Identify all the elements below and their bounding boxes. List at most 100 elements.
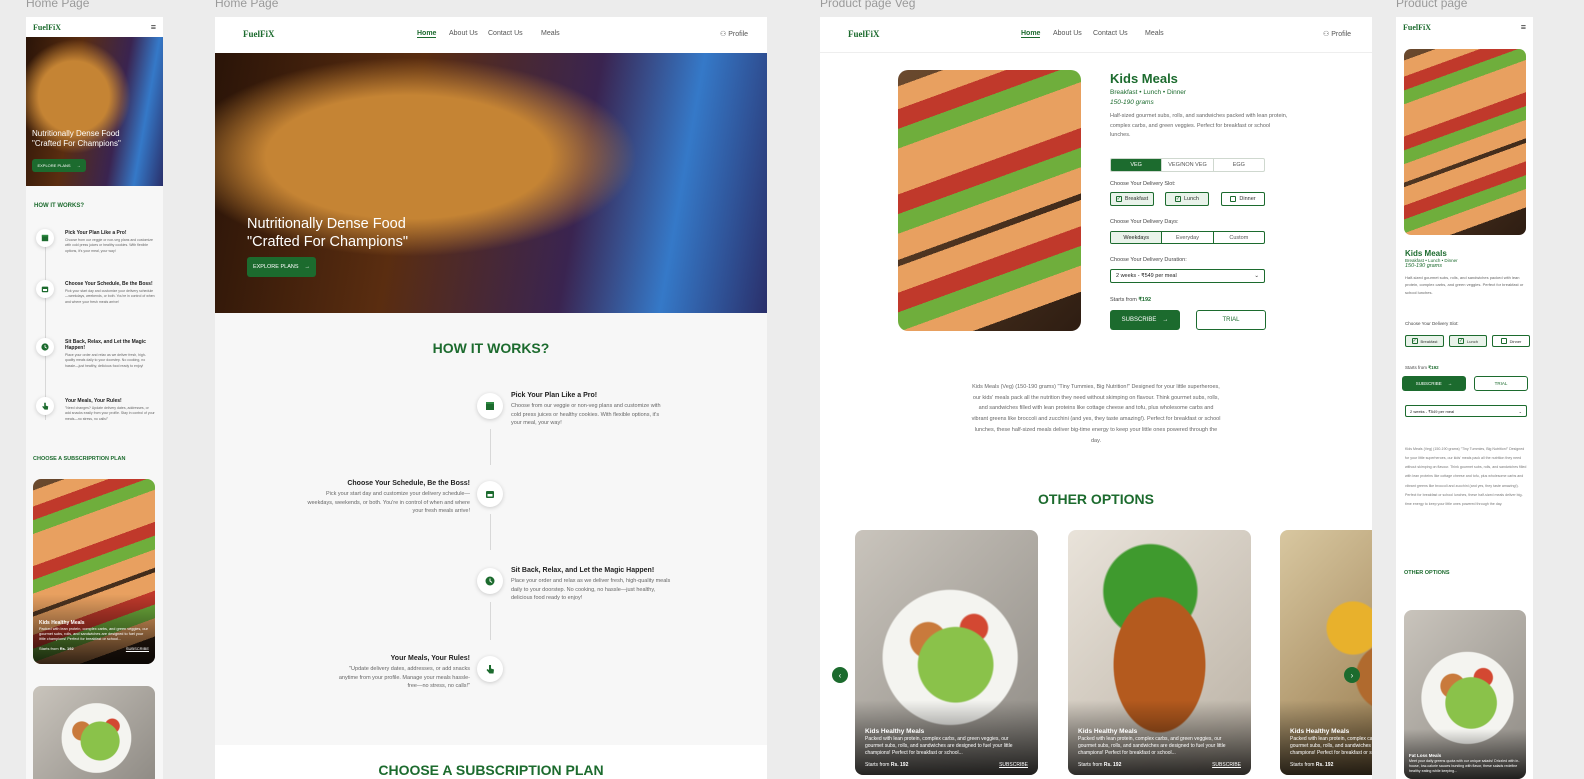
option-card[interactable]: Kids Healthy Meals Packed with lean prot… bbox=[1068, 530, 1251, 775]
option-card[interactable]: Fat Loss Meals Meet your daily greens qu… bbox=[1404, 610, 1526, 779]
hand-pointer-icon bbox=[36, 397, 54, 415]
nav-contact[interactable]: Contact Us bbox=[488, 30, 523, 37]
explore-plans-button[interactable]: EXPLORE PLANS → bbox=[32, 159, 86, 172]
arrow-right-icon: → bbox=[304, 264, 311, 270]
type-egg[interactable]: EGG bbox=[1212, 159, 1264, 171]
chevron-down-icon: ⌄ bbox=[1254, 273, 1259, 279]
card-title: Kids Healthy Meals bbox=[1078, 728, 1138, 735]
meal-card-salad[interactable] bbox=[33, 686, 155, 779]
card-subscribe-link[interactable]: SUBSCRIBE bbox=[126, 646, 149, 651]
product-mobile-frame: FuelFiX ≡ Kids Meals Breakfast • Lunch •… bbox=[1396, 17, 1533, 779]
days-weekdays[interactable]: Weekdays bbox=[1111, 232, 1162, 243]
product-desktop-frame: FuelFiX Home About Us Contact Us Meals ⚇… bbox=[820, 17, 1372, 779]
product-long-desc: Kids Meals (Veg) (150-190 grams) "Tiny T… bbox=[971, 384, 1221, 444]
nav-home[interactable]: Home bbox=[417, 30, 437, 38]
carousel-next-button[interactable]: › bbox=[1344, 667, 1360, 683]
step3-text: Place your order and relax as we deliver… bbox=[65, 353, 146, 368]
meal-card[interactable]: Kids Healthy Meals Packed with lean prot… bbox=[33, 479, 155, 664]
logo[interactable]: FuelFiX bbox=[1403, 23, 1431, 32]
slot-lunch[interactable]: ✓ Lunch bbox=[1165, 192, 1209, 206]
nav-meals[interactable]: Meals bbox=[1145, 30, 1164, 37]
option-card[interactable]: Kids Healthy Meals Packed with lean prot… bbox=[855, 530, 1038, 775]
slot-breakfast[interactable]: ✓ Breakfast bbox=[1405, 335, 1444, 347]
duration-label: Choose Your Delivery Duration: bbox=[1110, 257, 1187, 263]
checkbox-checked-icon: ✓ bbox=[1458, 337, 1465, 344]
step1-title: Pick Your Plan Like a Pro! bbox=[65, 230, 127, 236]
card-title: Kids Healthy Meals bbox=[1290, 728, 1350, 735]
nav-about[interactable]: About Us bbox=[1053, 30, 1082, 37]
nav-home[interactable]: Home bbox=[1021, 30, 1041, 38]
card-desc: Meet your daily greens quota with our un… bbox=[1409, 759, 1520, 773]
card-subscribe-link[interactable]: SUBSCRIBE bbox=[1212, 762, 1241, 768]
hero-line2: "Crafted For Champions" bbox=[32, 139, 121, 149]
carousel-prev-button[interactable]: ‹ bbox=[832, 667, 848, 683]
other-options-title: OTHER OPTIONS bbox=[1038, 491, 1154, 507]
card-price: Starts from Rs. 192 bbox=[865, 762, 909, 769]
slot-label: Choose Your Delivery Slot: bbox=[1110, 181, 1176, 187]
food-type-toggle: VEG VEG/NON VEG EGG bbox=[1110, 158, 1265, 172]
home-mobile-frame: FuelFiX ≡ Nutritionally Dense Food "Craf… bbox=[26, 17, 163, 779]
card-desc: Packed with lean protein, complex carbs,… bbox=[865, 736, 1013, 756]
step1-title: Pick Your Plan Like a Pro! bbox=[511, 392, 598, 399]
card-subscribe-link[interactable]: SUBSCRIBE bbox=[999, 762, 1028, 768]
logo[interactable]: FuelFiX bbox=[243, 29, 275, 39]
step2-text: Pick your start day and customize your d… bbox=[307, 491, 471, 515]
slot-lunch[interactable]: ✓ Lunch bbox=[1449, 335, 1487, 347]
subscribe-button[interactable]: SUBSCRIBE → bbox=[1402, 376, 1466, 391]
days-custom[interactable]: Custom bbox=[1212, 232, 1264, 243]
type-vegnonveg[interactable]: VEG/NON VEG bbox=[1161, 159, 1212, 171]
nav-about[interactable]: About Us bbox=[449, 30, 478, 37]
card-title: Kids Healthy Meals bbox=[865, 728, 925, 735]
days-label: Choose Your Delivery Days: bbox=[1110, 219, 1179, 225]
chevron-down-icon: ⌄ bbox=[1518, 408, 1522, 414]
step1-text: Choose from our veggie or non-veg plans … bbox=[511, 403, 661, 427]
profile-link[interactable]: ⚇ Profile bbox=[1323, 30, 1351, 38]
duration-value: 2 weeks - ₹549 per meal bbox=[1116, 273, 1177, 279]
box-icon bbox=[477, 393, 503, 419]
hamburger-menu-icon[interactable]: ≡ bbox=[1521, 22, 1526, 32]
product-image bbox=[1404, 49, 1526, 235]
slot-dinner[interactable]: Dinner bbox=[1492, 335, 1530, 347]
days-everyday[interactable]: Everyday bbox=[1161, 232, 1212, 243]
slot-dinner[interactable]: Dinner bbox=[1221, 192, 1265, 206]
type-veg[interactable]: VEG bbox=[1111, 159, 1162, 171]
slot-breakfast[interactable]: ✓ Breakfast bbox=[1110, 192, 1154, 206]
calendar-icon bbox=[36, 280, 54, 298]
hero-image: Nutritionally Dense Food "Crafted For Ch… bbox=[215, 53, 767, 313]
hamburger-menu-icon[interactable]: ≡ bbox=[151, 22, 156, 32]
product-meals: Breakfast • Lunch • Dinner bbox=[1110, 89, 1187, 96]
user-icon: ⚇ bbox=[720, 31, 727, 38]
product-title: Kids Meals bbox=[1110, 71, 1178, 86]
product-desc: Half-sized gourmet subs, rolls, and sand… bbox=[1405, 275, 1524, 295]
slot-label: Choose Your Delivery Slot: bbox=[1405, 321, 1459, 326]
subscribe-button[interactable]: SUBSCRIBE → bbox=[1110, 310, 1180, 330]
hand-pointer-icon bbox=[477, 656, 503, 682]
nav-contact[interactable]: Contact Us bbox=[1093, 30, 1128, 37]
how-title: HOW IT WORKS? bbox=[432, 340, 550, 356]
hero-image: Nutritionally Dense Food "Crafted For Ch… bbox=[26, 37, 163, 186]
arrow-right-icon: → bbox=[1447, 381, 1453, 386]
duration-select[interactable]: 2 weeks - ₹549 per meal ⌄ bbox=[1405, 405, 1527, 417]
nav-meals[interactable]: Meals bbox=[541, 30, 560, 37]
option-card[interactable]: Kids Healthy Meals Packed with lean prot… bbox=[1280, 530, 1372, 775]
trial-button[interactable]: TRIAL bbox=[1196, 310, 1266, 330]
product-grams: 150-190 grams bbox=[1405, 263, 1442, 269]
step4-text: "Need changes? Update delivery dates, ad… bbox=[65, 406, 155, 421]
step1-text: Choose from our veggie or non-veg plans … bbox=[65, 238, 153, 253]
trial-button[interactable]: TRIAL bbox=[1474, 376, 1528, 391]
card-title: Kids Healthy Meals bbox=[39, 620, 85, 626]
card-title: Fat Loss Meals bbox=[1409, 753, 1442, 758]
checkbox-checked-icon: ✓ bbox=[1115, 195, 1122, 202]
duration-select[interactable]: 2 weeks - ₹549 per meal ⌄ bbox=[1110, 269, 1265, 283]
profile-link[interactable]: ⚇ Profile bbox=[720, 30, 748, 38]
hero-line1: Nutritionally Dense Food bbox=[32, 129, 120, 138]
days-toggle: Weekdays Everyday Custom bbox=[1110, 231, 1265, 244]
subscription-section: CHOOSE A SUBSCRIPTION PLAN bbox=[215, 745, 767, 779]
explore-plans-button[interactable]: EXPLORE PLANS → bbox=[247, 257, 316, 277]
card-desc: Packed with lean protein, complex carbs,… bbox=[1290, 736, 1372, 756]
logo[interactable]: FuelFiX bbox=[33, 23, 61, 32]
arrow-right-icon: → bbox=[1162, 317, 1169, 323]
logo[interactable]: FuelFiX bbox=[848, 29, 880, 39]
frame-label-home-desktop: Home Page bbox=[215, 0, 279, 10]
checkbox-empty-icon bbox=[1230, 196, 1237, 202]
